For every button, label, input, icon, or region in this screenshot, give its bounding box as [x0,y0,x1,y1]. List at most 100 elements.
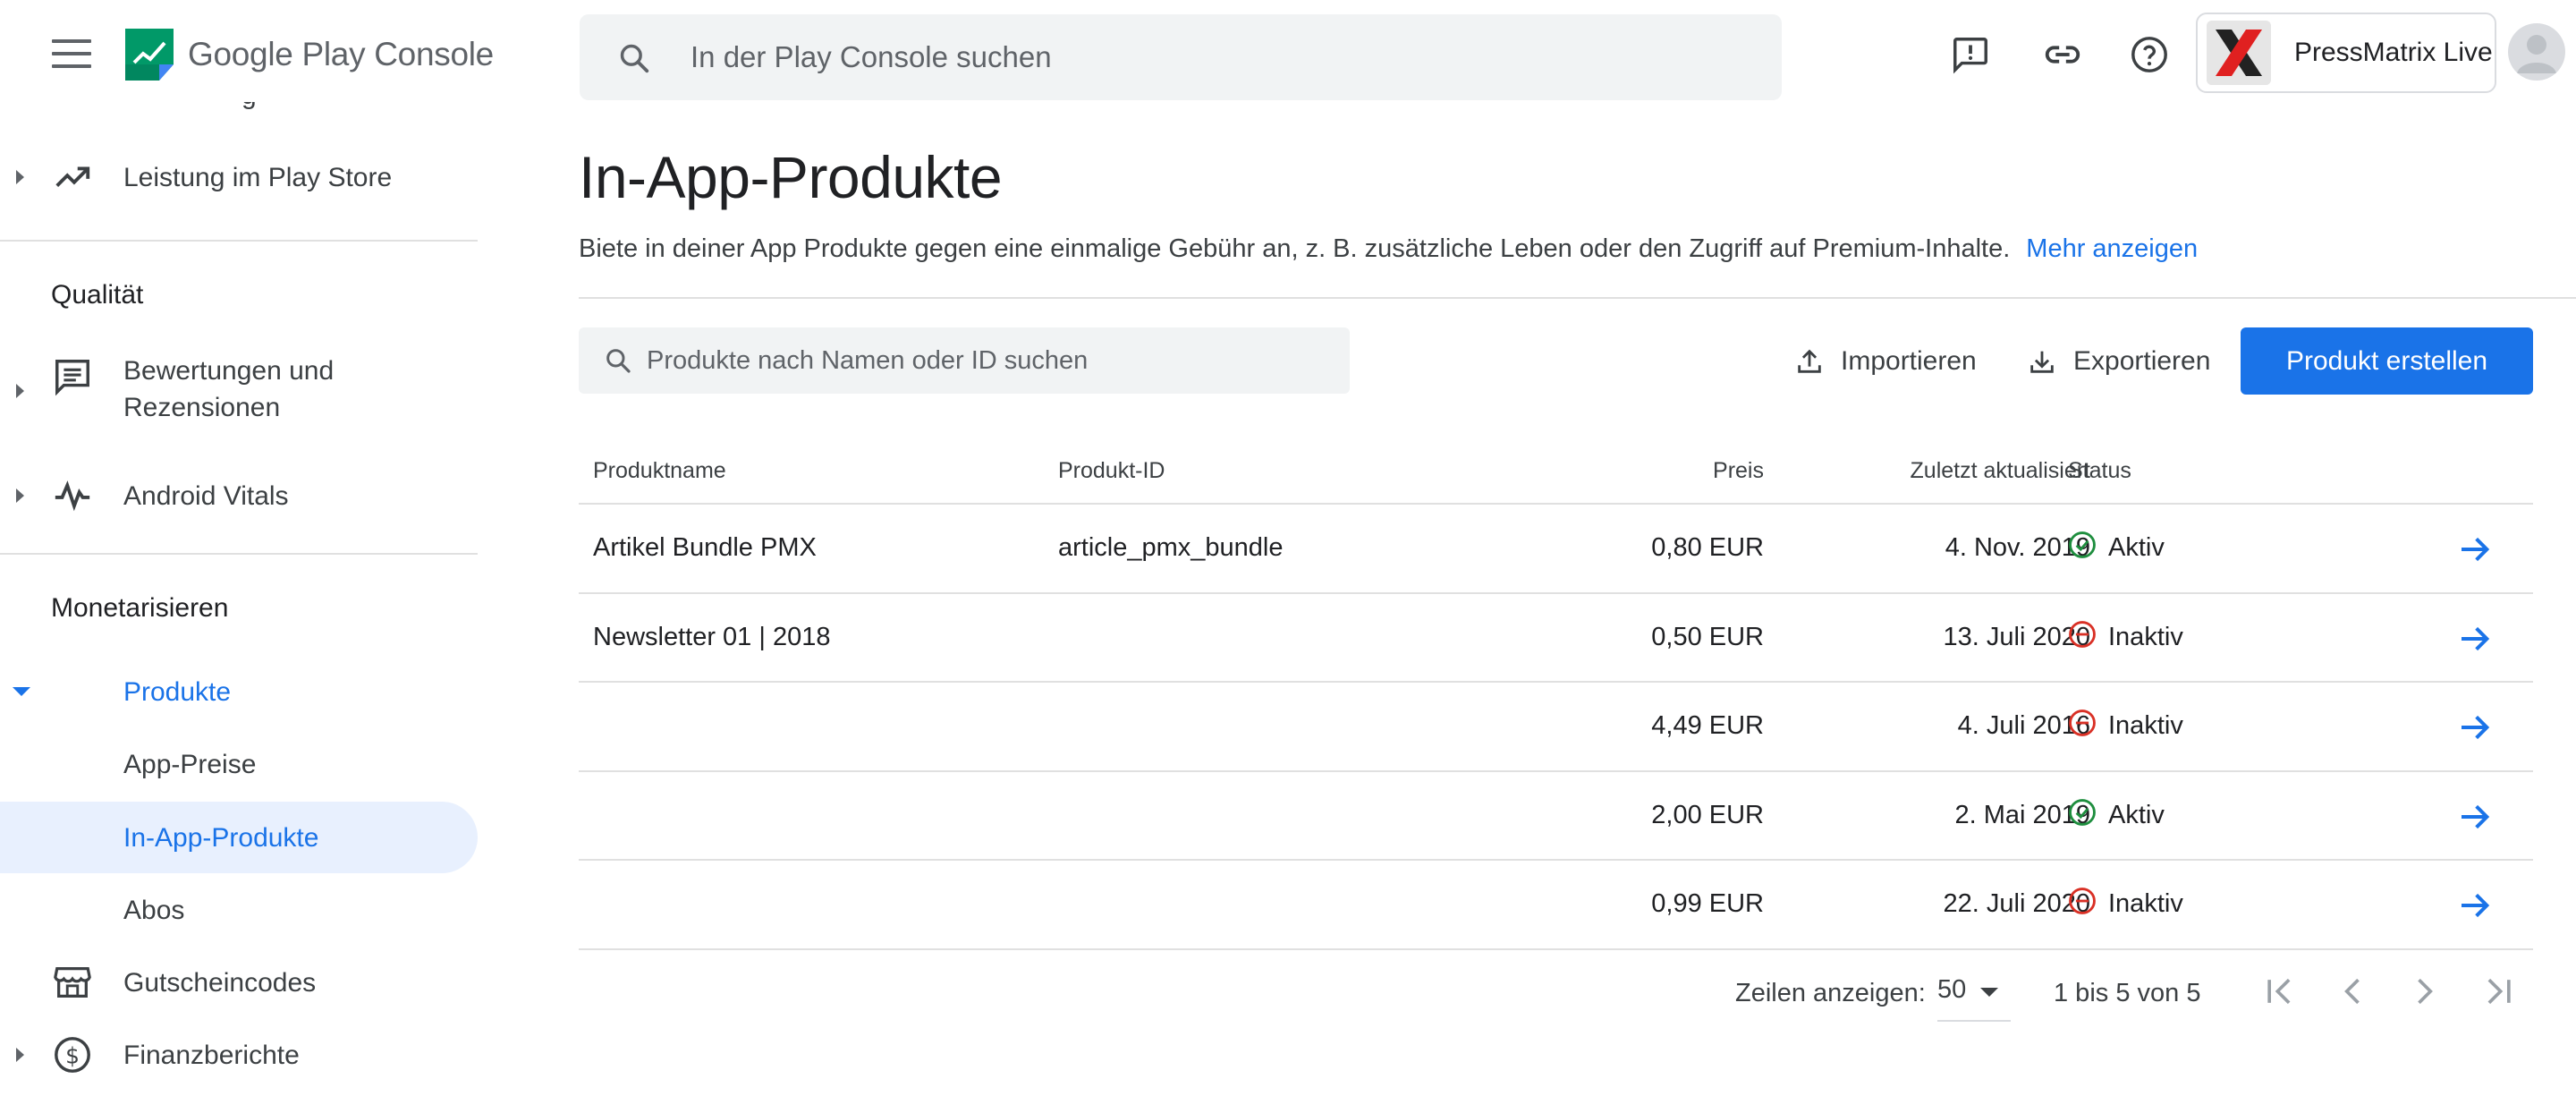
sidebar-item-label: Android Vitals [123,480,289,511]
help-icon[interactable] [2129,34,2170,75]
export-button[interactable]: Exportieren [2027,336,2210,387]
import-label: Importieren [1841,346,1977,376]
previous-page-icon[interactable] [2334,972,2373,1011]
arrow-right-icon[interactable] [2457,888,2493,923]
sidebar-item-store-performance[interactable]: Leistung im Play Store [0,141,478,213]
sidebar-section-quality: Qualität [51,280,144,310]
rows-per-page-select[interactable]: 50 [1937,964,2011,1022]
cell-status: Inaktiv [2108,622,2183,651]
arrow-right-icon[interactable] [2457,531,2493,567]
check-circle-icon [2069,531,2096,558]
sidebar-item-promo-codes[interactable]: Gutscheincodes [0,947,478,1018]
sidebar-item-app-prices[interactable]: App-Preise [0,728,478,800]
cell-product-name: Newsletter 01 | 2018 [593,622,831,651]
pressmatrix-logo-icon [2207,21,2271,85]
expand-caret-icon [16,1048,24,1062]
trending-up-icon [55,166,90,187]
dropdown-arrow-icon [1980,988,1998,997]
arrow-right-icon[interactable] [2457,621,2493,657]
svg-text:$: $ [65,1043,80,1069]
play-console-logo[interactable]: Google Play Console [123,27,494,82]
column-header-name[interactable]: Produktname [593,458,726,484]
upload-icon [1798,349,1821,373]
sidebar-item-label: Leistung im Play Store [123,162,393,192]
sidebar-item-label-line1: Bewertungen und [123,356,335,386]
search-icon [620,44,649,73]
cell-last-updated: 2. Mai 2019 [1954,800,2090,829]
check-circle-icon [2069,798,2096,826]
products-table: Produktname Produkt-ID Preis Zuletzt akt… [579,437,2533,950]
arrow-right-icon[interactable] [2457,799,2493,835]
export-label: Exportieren [2073,346,2211,376]
table-row[interactable]: 2,00 EUR 2. Mai 2019 Aktiv [579,772,2533,861]
cell-price: 0,99 EUR [1651,889,1764,918]
sidebar-item-products[interactable]: Produkte [0,656,478,727]
cell-product-id: article_pmx_bundle [1058,533,1284,562]
logo-google-play-text: Google Play [188,36,366,72]
cell-price: 4,49 EUR [1651,711,1764,740]
feedback-icon[interactable] [1950,34,1991,75]
dollar-icon: $ [55,1037,90,1073]
product-search-input[interactable] [647,340,1326,381]
global-search-bar[interactable] [580,14,1782,100]
minus-circle-icon [2069,620,2096,648]
search-icon [606,349,631,373]
collapse-caret-icon [13,687,30,696]
account-switcher[interactable]: PressMatrix Live [2196,13,2496,93]
global-search-input[interactable] [691,32,1746,82]
sidebar-item-label: Finanzberichte [123,1040,300,1070]
table-body: Artikel Bundle PMX article_pmx_bundle 0,80… [579,505,2533,950]
column-header-price[interactable]: Preis [1563,458,1764,484]
sidebar-section-monetize: Monetarisieren [51,593,229,623]
table-header: Produktname Produkt-ID Preis Zuletzt akt… [579,437,2533,505]
last-page-icon[interactable] [2478,972,2517,1011]
cell-price: 0,80 EUR [1651,533,1764,562]
top-app-bar: Google Play Console PressMa [0,0,2576,107]
rows-per-page-label: Zeilen anzeigen: [1735,979,1926,1007]
play-console-logo-icon [125,29,174,81]
sidebar-item-android-vitals[interactable]: Android Vitals [0,460,478,531]
sidebar-item-label: Abos [123,895,185,925]
minus-circle-icon [2069,888,2096,914]
cell-status: Aktiv [2108,533,2165,562]
table-row[interactable]: 4,49 EUR 4. Juli 2016 Inaktiv [579,683,2533,772]
cell-status: Aktiv [2108,800,2165,829]
rows-per-page-value: 50 [1937,975,1967,1004]
column-header-updated[interactable]: Zuletzt aktualisiert [1741,458,2090,484]
expand-caret-icon [16,170,24,184]
create-product-button[interactable]: Produkt erstellen [2241,327,2533,395]
cell-last-updated: 13. Juli 2020 [1943,622,2090,651]
cell-status: Inaktiv [2108,711,2183,740]
cell-last-updated: 4. Nov. 2019 [1945,533,2090,562]
sidebar-item-subscriptions[interactable]: Abos [0,874,478,946]
review-icon [55,360,89,396]
table-row[interactable]: 0,99 EUR 22. Juli 2020 Inaktiv [579,861,2533,950]
menu-icon[interactable] [52,39,91,72]
product-search-bar[interactable] [579,327,1350,394]
next-page-icon[interactable] [2404,972,2444,1011]
cell-price: 2,00 EUR [1651,800,1764,829]
pagination-range: 1 bis 5 von 5 [2054,979,2201,1007]
table-row[interactable]: Newsletter 01 | 2018 0,50 EUR 13. Juli 202… [579,594,2533,683]
link-icon[interactable] [2042,34,2083,75]
table-row[interactable]: Artikel Bundle PMX article_pmx_bundle 0,80… [579,505,2533,594]
cell-last-updated: 22. Juli 2020 [1943,889,2090,918]
sidebar-item-ratings-reviews[interactable]: Bewertungen und Rezensionen [0,342,478,440]
first-page-icon[interactable] [2261,972,2301,1011]
sidebar-item-label: In-App-Produkte [123,822,319,853]
sidebar-item-financial-reports[interactable]: $ Finanzberichte [0,1019,478,1091]
expand-caret-icon [16,489,24,503]
user-avatar[interactable] [2508,23,2565,81]
sidebar-item-label-line2: Rezensionen [123,393,281,422]
column-header-id[interactable]: Produkt-ID [1058,458,1165,484]
column-header-status[interactable]: Status [2068,458,2131,484]
account-name: PressMatrix Live [2294,38,2493,67]
expand-caret-icon [16,384,24,398]
import-button[interactable]: Importieren [1794,336,1977,387]
more-info-link[interactable]: Mehr anzeigen [2026,234,2198,263]
arrow-right-icon[interactable] [2457,709,2493,745]
cell-product-name: Artikel Bundle PMX [593,533,817,562]
page-description: Biete in deiner App Produkte gegen eine … [579,234,2198,264]
sidebar-item-in-app-products[interactable]: In-App-Produkte [0,802,478,873]
download-icon [2030,351,2054,373]
